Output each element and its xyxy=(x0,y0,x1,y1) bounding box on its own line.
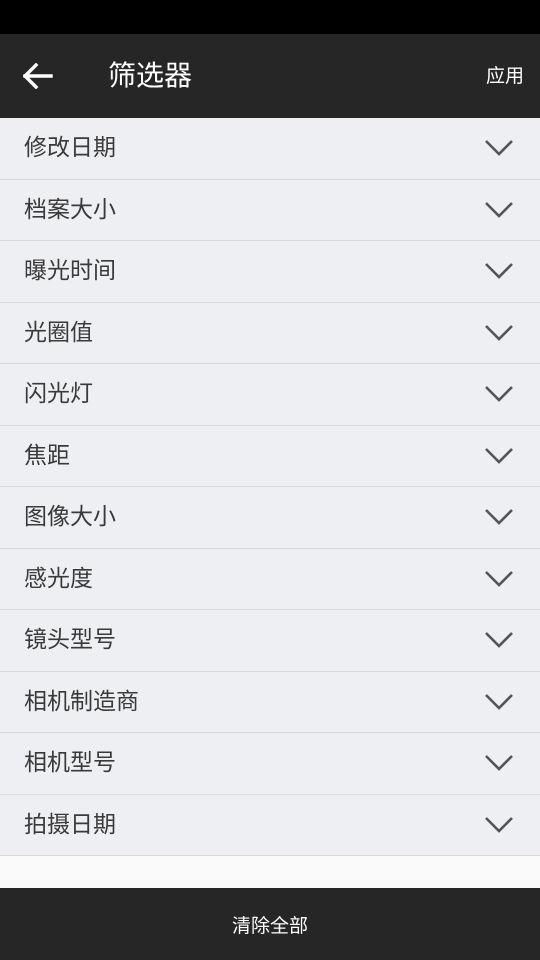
filter-item-capture-date[interactable]: 拍摄日期 xyxy=(0,794,540,856)
filter-item-iso[interactable]: 感光度 xyxy=(0,548,540,610)
filter-item-label: 相机型号 xyxy=(24,750,116,776)
chevron-down-icon xyxy=(485,324,513,341)
chevron-down-icon xyxy=(485,386,513,402)
back-button[interactable] xyxy=(14,52,62,100)
chevron-down-icon xyxy=(485,816,513,833)
filter-item-label: 镜头型号 xyxy=(24,627,116,653)
filter-item-label: 拍摄日期 xyxy=(24,811,116,838)
filter-item-flash[interactable]: 闪光灯 xyxy=(0,364,540,426)
filter-item-camera-maker[interactable]: 相机制造商 xyxy=(0,671,540,733)
filter-list: 修改日期 档案大小 曝光时间 光圈值 闪光灯 焦距 图像大小 感光度 镜头型号 … xyxy=(0,118,540,856)
filter-item-file-size[interactable]: 档案大小 xyxy=(0,179,540,241)
status-bar xyxy=(0,0,540,34)
filter-item-aperture[interactable]: 光圈值 xyxy=(0,302,540,364)
page-title: 筛选器 xyxy=(108,59,193,92)
chevron-down-icon xyxy=(485,755,513,771)
filter-item-label: 档案大小 xyxy=(24,196,116,223)
arrow-left-icon xyxy=(23,63,53,89)
filter-item-label: 焦距 xyxy=(24,442,70,469)
clear-all-button[interactable]: 清除全部 xyxy=(0,888,540,960)
filter-item-label: 相机制造商 xyxy=(24,688,139,715)
filter-item-lens-model[interactable]: 镜头型号 xyxy=(0,610,540,672)
filter-item-exposure-time[interactable]: 曝光时间 xyxy=(0,241,540,303)
chevron-down-icon xyxy=(485,570,513,587)
filter-item-label: 光圈值 xyxy=(24,319,93,346)
chevron-down-icon xyxy=(485,201,513,218)
clear-all-label: 清除全部 xyxy=(231,914,308,937)
chevron-down-icon xyxy=(485,140,513,156)
filter-screen: 筛选器 应用 修改日期 档案大小 曝光时间 光圈值 闪光灯 焦距 图像大小 感光… xyxy=(0,0,540,960)
chevron-down-icon xyxy=(485,263,513,279)
filter-item-camera-model[interactable]: 相机型号 xyxy=(0,733,540,795)
filter-item-label: 曝光时间 xyxy=(24,258,116,284)
filter-item-focal-length[interactable]: 焦距 xyxy=(0,425,540,487)
chevron-down-icon xyxy=(485,447,513,464)
apply-button[interactable]: 应用 xyxy=(486,56,524,96)
filter-item-image-size[interactable]: 图像大小 xyxy=(0,487,540,549)
chevron-down-icon xyxy=(485,693,513,710)
filter-item-label: 图像大小 xyxy=(24,504,116,530)
chevron-down-icon xyxy=(485,632,513,648)
app-bar: 筛选器 应用 xyxy=(0,34,540,118)
chevron-down-icon xyxy=(485,509,513,525)
filter-item-modified-date[interactable]: 修改日期 xyxy=(0,118,540,180)
filter-item-label: 感光度 xyxy=(24,565,93,592)
filter-item-label: 闪光灯 xyxy=(24,381,93,407)
filter-item-label: 修改日期 xyxy=(24,135,116,161)
